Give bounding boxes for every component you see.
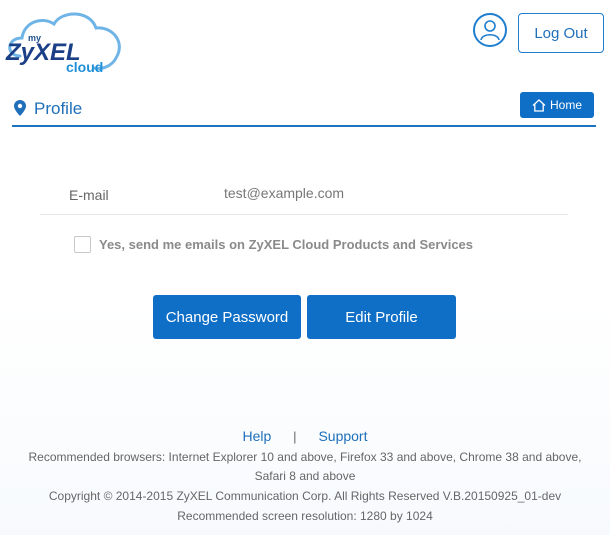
email-label: E-mail — [69, 187, 109, 203]
change-password-button[interactable]: Change Password — [153, 295, 301, 339]
recommended-browsers: Recommended browsers: Internet Explorer … — [28, 450, 582, 483]
copyright-text: Copyright © 2014-2015 ZyXEL Communicatio… — [48, 489, 562, 503]
recommended-resolution: Recommended screen resolution: 1280 by 1… — [177, 509, 433, 523]
email-value: test@example.com — [224, 185, 345, 201]
map-pin-icon — [14, 100, 26, 116]
logo-product: cloud — [66, 59, 103, 75]
logout-button[interactable]: Log Out — [518, 13, 604, 53]
home-button-label: Home — [549, 98, 582, 112]
support-link[interactable]: Support — [318, 428, 367, 444]
subscribe-label[interactable]: Yes, send me emails on ZyXEL Cloud Produ… — [99, 237, 473, 252]
page-title: Profile — [34, 99, 83, 118]
footer-links: Help | Support — [0, 428, 610, 444]
user-circle-icon — [480, 20, 500, 41]
home-button[interactable]: Home — [520, 92, 594, 118]
footer-separator: | — [293, 429, 297, 444]
help-link[interactable]: Help — [242, 428, 271, 444]
zyxel-cloud-logo[interactable]: my ZyXEL cloud — [2, 8, 124, 80]
edit-profile-button[interactable]: Edit Profile — [307, 295, 456, 339]
email-row: E-mail test@example.com — [40, 178, 568, 215]
user-profile-button[interactable] — [473, 13, 507, 47]
home-icon — [532, 98, 546, 112]
subscribe-option: Yes, send me emails on ZyXEL Cloud Produ… — [74, 236, 554, 256]
page-title-bar: Profile Home — [12, 92, 596, 127]
subscribe-checkbox[interactable] — [74, 236, 91, 253]
